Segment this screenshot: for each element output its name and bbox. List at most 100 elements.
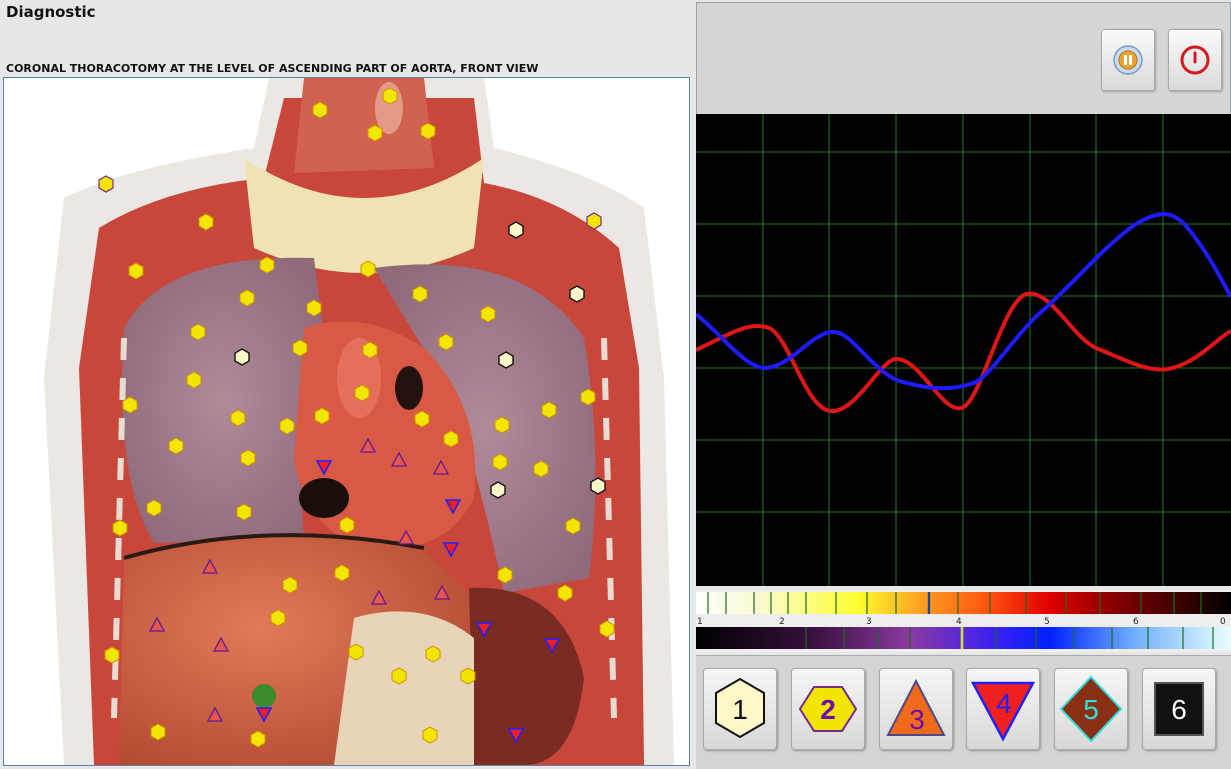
marker-hexagon-2[interactable] [304, 298, 324, 318]
marker-hexagon-2[interactable] [102, 645, 122, 665]
spectrum-scale: 1 2 3 4 5 6 0 [696, 590, 1231, 652]
marker-hexagon-2[interactable] [492, 415, 512, 435]
marker-hexagon-2[interactable] [290, 338, 310, 358]
marker-hexagon-2[interactable] [423, 644, 443, 664]
marker-hexagon-2[interactable] [539, 400, 559, 420]
marker-hexagon-2[interactable] [237, 288, 257, 308]
marker-hexagon-2[interactable] [441, 429, 461, 449]
level-label: 3 [909, 704, 925, 735]
level-label: 4 [996, 688, 1012, 719]
marker-hexagon-2[interactable] [166, 436, 186, 456]
marker-hexagon-2[interactable] [352, 383, 372, 403]
scale-label: 6 [1133, 617, 1139, 627]
marker-hexagon-2[interactable] [268, 608, 288, 628]
marker-triangle-3[interactable] [359, 437, 377, 455]
marker-triangle-4[interactable] [543, 636, 561, 654]
marker-hexagon-2[interactable] [337, 515, 357, 535]
marker-hexagon-2[interactable] [360, 340, 380, 360]
marker-hexagon-2[interactable] [110, 518, 130, 538]
marker-hexagon-2[interactable] [584, 211, 604, 231]
marker-hexagon-2[interactable] [458, 666, 478, 686]
level-1-button[interactable]: 1 [703, 668, 777, 750]
marker-hexagon-2[interactable] [228, 408, 248, 428]
level-4-button[interactable]: 4 [966, 668, 1040, 750]
marker-triangle-3[interactable] [390, 451, 408, 469]
marker-hexagon-2[interactable] [238, 448, 258, 468]
scale-label: 3 [866, 617, 872, 627]
marker-hexagon-1[interactable] [588, 476, 608, 496]
marker-hexagon-2[interactable] [188, 322, 208, 342]
marker-triangle-3[interactable] [370, 589, 388, 607]
marker-hexagon-2[interactable] [332, 563, 352, 583]
marker-hexagon-2[interactable] [380, 86, 400, 106]
marker-triangle-3[interactable] [212, 636, 230, 654]
marker-hexagon-2[interactable] [490, 452, 510, 472]
marker-triangle-4[interactable] [255, 705, 273, 723]
marker-hexagon-2[interactable] [478, 304, 498, 324]
marker-hexagon-2[interactable] [597, 619, 617, 639]
speaker-icon [1113, 45, 1143, 75]
marker-hexagon-2[interactable] [410, 284, 430, 304]
marker-hexagon-2[interactable] [126, 261, 146, 281]
marker-hexagon-2[interactable] [184, 370, 204, 390]
marker-triangle-4[interactable] [475, 620, 493, 638]
marker-hexagon-2[interactable] [495, 565, 515, 585]
level-6-button[interactable]: 6 [1142, 668, 1216, 750]
level-5-button[interactable]: 5 [1054, 668, 1128, 750]
marker-hexagon-2[interactable] [563, 516, 583, 536]
marker-hexagon-2[interactable] [346, 642, 366, 662]
marker-hexagon-1[interactable] [488, 480, 508, 500]
marker-hexagon-2[interactable] [257, 255, 277, 275]
marker-triangle-3[interactable] [148, 616, 166, 634]
marker-hexagon-1[interactable] [506, 220, 526, 240]
power-icon [1180, 45, 1210, 75]
marker-hexagon-2[interactable] [389, 666, 409, 686]
marker-hexagon-2[interactable] [555, 583, 575, 603]
marker-triangle-3[interactable] [432, 459, 450, 477]
marker-triangle-3[interactable] [433, 584, 451, 602]
marker-hexagon-1[interactable] [567, 284, 587, 304]
level-2-button[interactable]: 2 [791, 668, 865, 750]
level-label: 5 [1083, 694, 1099, 725]
marker-hexagon-2[interactable] [531, 459, 551, 479]
sound-button[interactable] [1101, 29, 1155, 91]
marker-triangle-4[interactable] [442, 540, 460, 558]
marker-hexagon-2[interactable] [148, 722, 168, 742]
marker-hexagon-1[interactable] [496, 350, 516, 370]
marker-hexagon-2[interactable] [358, 259, 378, 279]
power-button[interactable] [1168, 29, 1222, 91]
anatomy-image-frame [3, 77, 690, 766]
marker-triangle-4[interactable] [507, 726, 525, 744]
marker-hexagon-2[interactable] [436, 332, 456, 352]
marker-hexagon-2[interactable] [277, 416, 297, 436]
diamond-icon: 5 [1059, 675, 1123, 743]
scale-label: 4 [956, 617, 962, 627]
marker-hexagon-1[interactable] [232, 347, 252, 367]
spectrum-bars: 1 2 3 4 5 6 0 [696, 592, 1231, 649]
marker-hexagon-2[interactable] [310, 100, 330, 120]
marker-hexagon-2[interactable] [144, 498, 164, 518]
graph-grid [696, 114, 1231, 586]
marker-hexagon-2[interactable] [312, 406, 332, 426]
marker-hexagon-2[interactable] [365, 123, 385, 143]
analysis-panel: 1 2 3 4 5 6 0 1 2 3 4 5 6 [696, 0, 1231, 769]
marker-triangle-3[interactable] [397, 529, 415, 547]
marker-hexagon-2[interactable] [418, 121, 438, 141]
level-label: 1 [732, 694, 748, 725]
marker-hexagon-2[interactable] [420, 725, 440, 745]
level-3-button[interactable]: 3 [879, 668, 953, 750]
level-label: 6 [1171, 694, 1187, 725]
marker-hexagon-2[interactable] [248, 729, 268, 749]
marker-hexagon-2[interactable] [96, 174, 116, 194]
marker-hexagon-2[interactable] [120, 395, 140, 415]
marker-triangle-4[interactable] [315, 458, 333, 476]
marker-triangle-4[interactable] [444, 497, 462, 515]
marker-hexagon-2[interactable] [280, 575, 300, 595]
marker-triangle-3[interactable] [206, 706, 224, 724]
marker-hexagon-2[interactable] [578, 387, 598, 407]
triangle-up-icon: 3 [886, 678, 946, 736]
marker-hexagon-2[interactable] [412, 409, 432, 429]
marker-triangle-3[interactable] [201, 558, 219, 576]
marker-hexagon-2[interactable] [234, 502, 254, 522]
marker-hexagon-2[interactable] [196, 212, 216, 232]
